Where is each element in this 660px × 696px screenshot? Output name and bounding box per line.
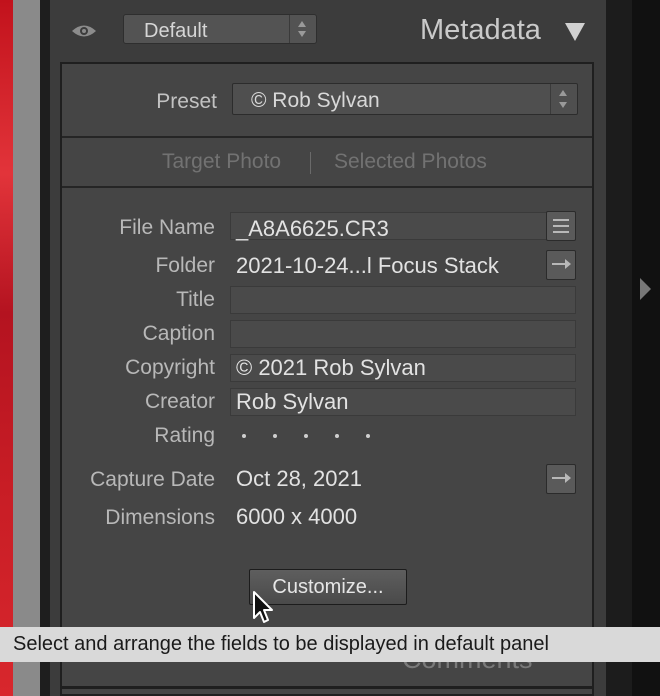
caption-label: Caption [142, 322, 215, 345]
copyright-value: © 2021 Rob Sylvan [236, 355, 426, 380]
dropdown-stepper-icon [550, 84, 577, 114]
target-section: Target Photo Selected Photos [62, 138, 592, 188]
folder-label: Folder [155, 254, 215, 277]
panel-header: Default Metadata [50, 0, 606, 62]
file-name-value: _A8A6625.CR3 [236, 216, 389, 241]
dropdown-stepper-icon [289, 15, 316, 43]
metadata-set-dropdown[interactable]: Default [123, 14, 317, 44]
creator-value: Rob Sylvan [236, 389, 349, 414]
target-divider [310, 152, 311, 174]
photo-edge [0, 0, 13, 696]
rating-dot[interactable] [335, 434, 339, 438]
panel-collapse-arrow-icon[interactable] [640, 278, 651, 300]
creator-label: Creator [144, 390, 215, 413]
dimensions-label: Dimensions [105, 506, 215, 529]
rating-dot[interactable] [242, 434, 246, 438]
panel-title[interactable]: Metadata [420, 14, 541, 47]
caption-input[interactable] [230, 320, 576, 348]
target-photo-button[interactable]: Target Photo [162, 150, 281, 174]
folder-value: 2021-10-24...l Focus Stack [236, 253, 499, 278]
rating-dot[interactable] [366, 434, 370, 438]
left-scrollbar[interactable] [13, 0, 40, 696]
metadata-set-value: Default [144, 20, 208, 42]
preset-section: Preset © Rob Sylvan [62, 64, 592, 138]
preset-value: © Rob Sylvan [251, 89, 380, 112]
right-scrollbar[interactable] [606, 0, 632, 696]
preset-dropdown[interactable]: © Rob Sylvan [232, 83, 578, 115]
collapse-triangle-icon[interactable] [565, 23, 585, 41]
title-input[interactable] [230, 286, 576, 314]
capture-date-value: Oct 28, 2021 [236, 466, 362, 491]
selected-photos-button[interactable]: Selected Photos [334, 150, 487, 174]
file-name-label: File Name [119, 216, 215, 239]
metadata-body: Preset © Rob Sylvan Target Photo Selecte… [60, 62, 594, 696]
folder-go-button[interactable] [546, 250, 576, 280]
rating-dot[interactable] [273, 434, 277, 438]
preset-label: Preset [156, 90, 217, 113]
panel-bottom-border [60, 686, 594, 689]
title-label: Title [176, 288, 215, 311]
list-icon[interactable] [546, 211, 576, 241]
mouse-cursor-icon [253, 591, 273, 623]
rating-dot[interactable] [304, 434, 308, 438]
left-divider [40, 0, 50, 696]
rating-stars[interactable] [242, 434, 382, 444]
capture-date-go-button[interactable] [546, 464, 576, 494]
arrow-right-icon [552, 473, 571, 483]
eye-icon[interactable] [70, 20, 98, 42]
copyright-label: Copyright [125, 356, 215, 379]
right-edge [632, 0, 660, 696]
dimensions-value: 6000 x 4000 [236, 504, 358, 529]
tooltip: Select and arrange the fields to be disp… [0, 627, 660, 662]
metadata-panel: Default Metadata Preset © Rob Sylvan Tar… [50, 0, 606, 696]
capture-date-label: Capture Date [90, 468, 215, 491]
arrow-right-icon [552, 259, 571, 269]
rating-label: Rating [154, 424, 215, 447]
